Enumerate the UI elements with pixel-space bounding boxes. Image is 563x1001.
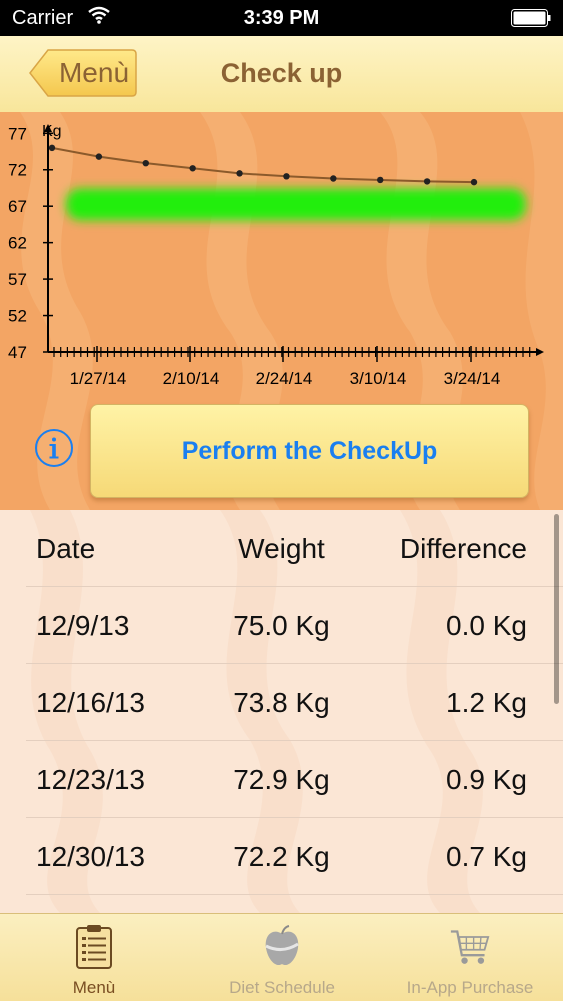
x-axis-arrow: [536, 348, 544, 356]
status-bar: Carrier 3:39 PM: [0, 0, 563, 36]
weight-series-line: [51, 146, 475, 184]
tab-diet-schedule[interactable]: Diet Schedule: [188, 914, 376, 1001]
row-divider: [26, 894, 563, 895]
target-weight-band: [66, 188, 526, 221]
row-difference: 0.7 Kg: [446, 841, 527, 872]
x-tick-label: 1/27/14: [70, 369, 127, 388]
y-tick-label: 62: [8, 234, 27, 253]
row-difference: 1.2 Kg: [446, 687, 527, 718]
y-tick-label: 57: [8, 270, 27, 289]
x-tick-label: 2/10/14: [163, 369, 220, 388]
x-tick-label: 3/24/14: [444, 369, 501, 388]
weight-data-point: [48, 144, 56, 152]
table-row[interactable]: 12/9/13 75.0 Kg 0.0 Kg: [0, 587, 563, 664]
status-time: 3:39 PM: [243, 7, 320, 29]
table-scrollbar[interactable]: [554, 514, 559, 704]
battery-icon: [511, 9, 551, 27]
y-tick-label: 77: [8, 124, 27, 143]
x-tick-label: 3/10/14: [350, 369, 407, 388]
weight-data-point: [189, 165, 196, 172]
tab-diet-schedule-label: Diet Schedule: [229, 978, 335, 997]
perform-checkup-button[interactable]: Perform the CheckUp: [90, 404, 529, 498]
y-tick-label: 47: [8, 343, 27, 362]
apple-tape-icon: [265, 925, 299, 966]
y-tick-label: 72: [8, 161, 27, 180]
table-header-row: Date Weight Difference: [0, 510, 563, 587]
row-difference: 0.9 Kg: [446, 764, 527, 795]
table-row[interactable]: 12/23/13 72.9 Kg 0.9 Kg: [0, 741, 563, 818]
row-difference: 0.0 Kg: [446, 610, 527, 641]
weight-data-point: [283, 173, 290, 180]
weight-data-point: [423, 178, 431, 185]
info-icon[interactable]: [34, 428, 74, 468]
page-title: Check up: [220, 58, 343, 88]
tab-in-app-purchase-label: In-App Purchase: [406, 978, 534, 997]
navigation-bar: Menù Check up: [0, 36, 563, 114]
cart-icon: [450, 930, 490, 964]
weight-data-point: [377, 176, 384, 184]
tab-bar: Menù Diet Schedule In-App Purchase: [0, 913, 563, 1001]
y-tick-label: 67: [8, 197, 27, 216]
clipboard-icon: [76, 925, 112, 969]
weight-data-point: [330, 175, 337, 182]
weight-data-point: [142, 159, 149, 167]
tab-menu-label: Menù: [72, 978, 116, 997]
y-tick-label: 52: [8, 307, 27, 326]
table-row[interactable]: 12/16/13 73.8 Kg 1.2 Kg: [0, 664, 563, 741]
weight-data-point: [95, 153, 103, 160]
weight-data-point: [470, 178, 478, 186]
weight-data-point: [236, 170, 243, 177]
y-axis-label: Kg: [42, 123, 62, 140]
checkup-table: Date Weight Difference 12/9/13 75.0 Kg 0…: [0, 510, 563, 913]
tab-menu[interactable]: Menù: [0, 914, 188, 1001]
header-difference: Difference: [399, 533, 527, 564]
table-row[interactable]: 12/30/13 72.2 Kg 0.7 Kg: [0, 818, 563, 895]
tab-in-app-purchase[interactable]: In-App Purchase: [376, 914, 563, 1001]
x-tick-label: 2/24/14: [256, 369, 313, 388]
